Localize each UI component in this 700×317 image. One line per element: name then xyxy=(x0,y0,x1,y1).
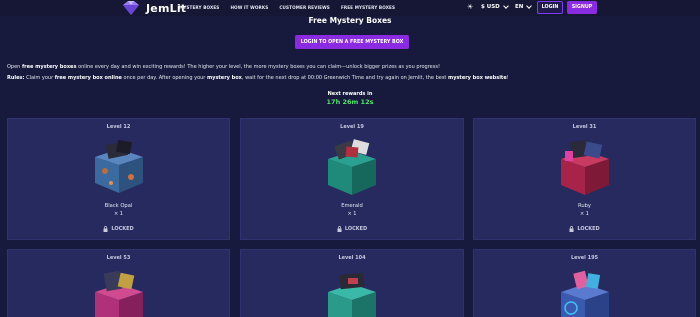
reward-card-level-195[interactable]: Level 195 xyxy=(473,249,696,317)
text: Claim your xyxy=(24,75,55,81)
card-level: Level 31 xyxy=(572,124,597,130)
mystery-box-image xyxy=(560,139,609,195)
currency-selector[interactable]: $ USD xyxy=(481,3,509,10)
locked-label: LOCKED xyxy=(111,226,134,232)
text: online every day and win exciting reward… xyxy=(76,64,440,70)
card-quantity: × 1 xyxy=(347,211,357,217)
text: Open xyxy=(7,64,22,70)
reward-card-level-12[interactable]: Level 12 Black Opal × 1 LOCKED xyxy=(7,118,230,240)
mystery-box-image xyxy=(328,272,376,317)
mystery-box-image xyxy=(328,139,376,195)
nav-customer-reviews[interactable]: CUSTOMER REVIEWS xyxy=(279,5,330,10)
nav-mystery-boxes[interactable]: MYSTERY BOXES xyxy=(179,5,219,10)
lock-icon xyxy=(103,226,108,232)
language-selector[interactable]: EN xyxy=(515,3,533,10)
language-value: EN xyxy=(515,4,524,10)
reward-card-level-19[interactable]: Level 19 Emerald × 1 LOCKED xyxy=(240,118,464,240)
currency-value: $ USD xyxy=(481,4,500,10)
mystery-box-image xyxy=(560,270,609,317)
reward-card-level-31[interactable]: Level 31 Ruby × 1 LOCKED xyxy=(473,118,696,240)
nav-free-mystery-boxes[interactable]: FREE MYSTERY BOXES xyxy=(341,5,395,10)
login-button[interactable]: LOGIN xyxy=(537,1,563,14)
text-bold: mystery box website xyxy=(447,75,507,81)
text-bold: free mystery box online xyxy=(54,75,122,81)
card-box-name: Ruby xyxy=(577,203,592,209)
lock-icon xyxy=(337,226,342,232)
card-quantity: × 1 xyxy=(114,211,123,217)
card-quantity: × 1 xyxy=(580,211,589,217)
top-navbar: JemLit MYSTERY BOXES HOW IT WORKS CUSTOM… xyxy=(0,0,700,16)
locked-status: LOCKED xyxy=(241,226,463,232)
lock-icon xyxy=(569,226,574,232)
nav-how-it-works[interactable]: HOW IT WORKS xyxy=(230,5,268,10)
page-title: Free Mystery Boxes xyxy=(308,16,392,25)
rules-paragraph: Rules: Claim your free mystery box onlin… xyxy=(7,75,509,81)
locked-label: LOCKED xyxy=(344,226,368,232)
locked-status: LOCKED xyxy=(474,226,695,232)
chevron-down-icon xyxy=(526,3,533,9)
card-level: Level 195 xyxy=(570,255,599,261)
card-level: Level 53 xyxy=(106,255,131,261)
signup-button[interactable]: SIGNUP xyxy=(567,1,597,14)
text: once per day. After opening your xyxy=(121,75,207,81)
main-nav: MYSTERY BOXES HOW IT WORKS CUSTOMER REVI… xyxy=(179,5,395,10)
card-level: Level 12 xyxy=(106,124,131,130)
card-level: Level 104 xyxy=(338,255,366,261)
countdown-timer: 17h 26m 12s xyxy=(326,98,374,106)
logo[interactable]: JemLit xyxy=(120,0,186,16)
reward-card-level-53[interactable]: Level 53 xyxy=(7,249,230,317)
text-bold: mystery box xyxy=(206,75,242,81)
card-box-name: Black Opal xyxy=(104,203,133,209)
rules-label: Rules: xyxy=(7,75,25,81)
next-rewards-label: Next rewards in xyxy=(327,91,373,97)
locked-label: LOCKED xyxy=(577,226,600,232)
text: ! xyxy=(506,75,509,81)
gem-logo-icon xyxy=(123,1,139,15)
card-level: Level 19 xyxy=(340,124,364,130)
locked-status: LOCKED xyxy=(8,226,229,232)
card-box-name: Emerald xyxy=(341,203,363,209)
mystery-box-image xyxy=(94,270,143,317)
theme-toggle-sun-icon[interactable]: ☀ xyxy=(467,3,473,11)
mystery-box-image xyxy=(94,139,143,193)
text: , wait for the next drop at 00:00 Greenw… xyxy=(241,75,448,81)
login-open-free-box-button[interactable]: LOGIN TO OPEN A FREE MYSTERY BOX xyxy=(295,35,409,49)
reward-card-level-104[interactable]: Level 104 xyxy=(240,249,464,317)
chevron-down-icon xyxy=(502,3,509,9)
intro-paragraph: Open free mystery boxes online every day… xyxy=(7,64,440,70)
text-bold: free mystery boxes xyxy=(21,64,77,70)
